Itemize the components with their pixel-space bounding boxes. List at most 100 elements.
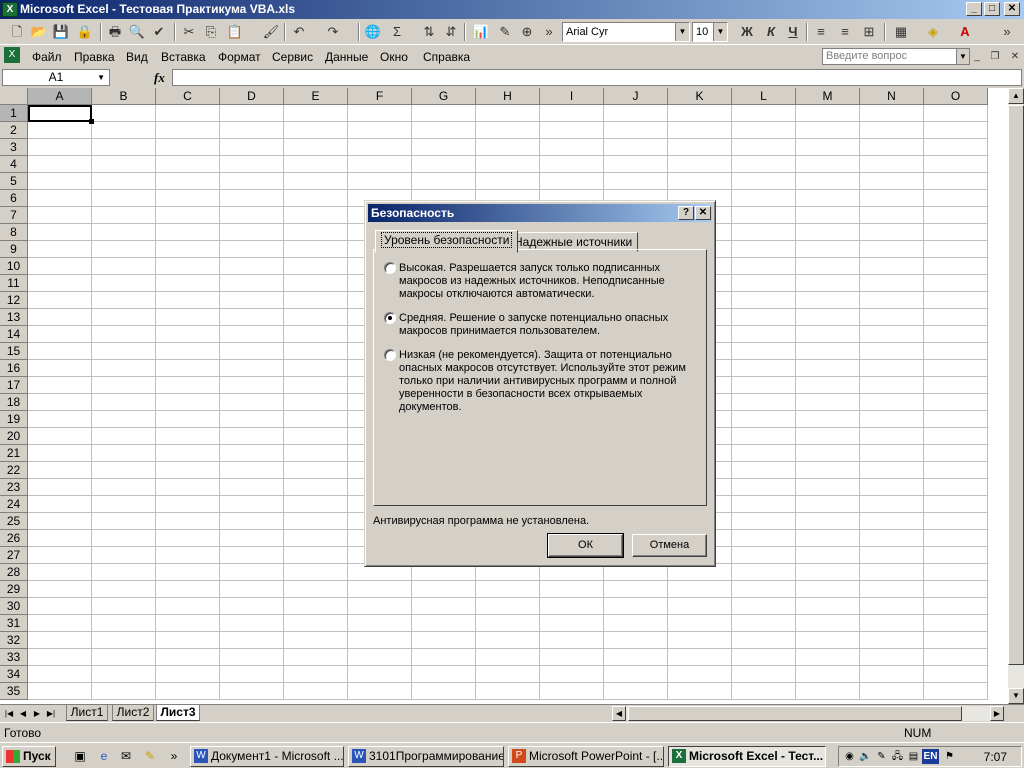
option-medium[interactable]: Средняя. Решение о запуске потенциально … xyxy=(384,312,694,338)
print-icon[interactable]: 🖶 xyxy=(106,23,124,41)
row-header[interactable]: 8 xyxy=(0,224,28,241)
quick-launch-more-icon[interactable]: » xyxy=(166,748,182,764)
column-header[interactable]: F xyxy=(348,88,412,105)
row-header[interactable]: 13 xyxy=(0,309,28,326)
align-center-icon[interactable]: ≡ xyxy=(836,23,854,41)
tab-security-level[interactable]: Уровень безопасности xyxy=(375,230,519,253)
task-powerpoint[interactable]: P Microsoft PowerPoint - [... xyxy=(508,746,664,767)
row-header[interactable]: 23 xyxy=(0,479,28,496)
row-header[interactable]: 32 xyxy=(0,632,28,649)
scroll-up-icon[interactable]: ▲ xyxy=(1008,88,1024,104)
name-box[interactable]: A1 ▼ xyxy=(2,69,110,86)
dialog-title-bar[interactable]: Безопасность ? ✕ xyxy=(368,204,712,222)
align-left-icon[interactable]: ≡ xyxy=(812,23,830,41)
row-header[interactable]: 11 xyxy=(0,275,28,292)
first-sheet-icon[interactable]: |◀ xyxy=(2,707,16,720)
row-header[interactable]: 10 xyxy=(0,258,28,275)
ok-button[interactable]: ОК xyxy=(547,533,624,558)
chart-wizard-icon[interactable]: 📊 xyxy=(472,23,490,41)
row-header[interactable]: 27 xyxy=(0,547,28,564)
spelling-icon[interactable]: ✔ xyxy=(150,23,168,41)
last-sheet-icon[interactable]: ▶| xyxy=(44,707,58,720)
horizontal-scrollbar[interactable]: ◀ ▶ xyxy=(612,706,1004,721)
tray-network-icon[interactable]: 🖧 xyxy=(890,749,905,764)
sheet-tab-3[interactable]: Лист3 xyxy=(156,705,200,721)
font-color-icon[interactable]: A xyxy=(956,23,974,41)
prev-sheet-icon[interactable]: ◀ xyxy=(16,707,30,720)
volume-icon[interactable]: 🔈 xyxy=(858,749,873,764)
menu-file[interactable]: Файл xyxy=(32,50,62,64)
minimize-button[interactable]: _ xyxy=(966,2,982,16)
row-header[interactable]: 24 xyxy=(0,496,28,513)
merge-center-icon[interactable]: ⊞ xyxy=(860,23,878,41)
hyperlink-icon[interactable]: 🌐 xyxy=(364,23,382,41)
copy-icon[interactable]: ⎘ xyxy=(202,23,220,41)
column-header[interactable]: H xyxy=(476,88,540,105)
tray-flag-icon[interactable]: ⚑ xyxy=(942,749,957,764)
open-icon[interactable]: 📂 xyxy=(30,23,48,41)
menu-edit[interactable]: Правка xyxy=(74,50,115,64)
radio-low[interactable] xyxy=(384,349,396,361)
tray-monitor-icon[interactable]: ▤ xyxy=(906,749,921,764)
vertical-scroll-thumb[interactable] xyxy=(1008,105,1024,665)
formula-input[interactable] xyxy=(172,69,1022,86)
menu-tools[interactable]: Сервис xyxy=(272,50,313,64)
toolbar-options-icon[interactable]: » xyxy=(998,23,1016,41)
row-header[interactable]: 15 xyxy=(0,343,28,360)
paste-icon[interactable]: 📋 xyxy=(226,23,244,41)
autosum-icon[interactable]: Σ xyxy=(388,23,406,41)
column-header[interactable]: K xyxy=(668,88,732,105)
format-painter-icon[interactable]: 🖌 xyxy=(262,23,280,41)
ask-question-input[interactable]: Введите вопрос ▼ xyxy=(822,48,970,65)
row-header[interactable]: 26 xyxy=(0,530,28,547)
tray-tool-icon[interactable]: ✎ xyxy=(874,749,889,764)
internet-explorer-icon[interactable]: e xyxy=(96,748,112,764)
row-header[interactable]: 3 xyxy=(0,139,28,156)
cut-icon[interactable]: ✂ xyxy=(180,23,198,41)
tray-app-icon[interactable]: ◉ xyxy=(842,749,857,764)
row-header[interactable]: 17 xyxy=(0,377,28,394)
outlook-icon[interactable]: ✉ xyxy=(118,748,134,764)
scroll-right-icon[interactable]: ▶ xyxy=(990,706,1004,721)
column-header[interactable]: A xyxy=(28,88,92,105)
row-header[interactable]: 18 xyxy=(0,394,28,411)
bold-button[interactable]: Ж xyxy=(738,23,756,41)
row-header[interactable]: 5 xyxy=(0,173,28,190)
menu-insert[interactable]: Вставка xyxy=(161,50,206,64)
column-header[interactable]: J xyxy=(604,88,668,105)
task-word[interactable]: W Документ1 - Microsoft ... xyxy=(190,746,344,767)
row-header[interactable]: 31 xyxy=(0,615,28,632)
workbook-close-button[interactable]: ✕ xyxy=(1006,48,1024,66)
option-low[interactable]: Низкая (не рекомендуется). Защита от пот… xyxy=(384,349,694,414)
undo-icon[interactable]: ↶ xyxy=(290,23,308,41)
row-header[interactable]: 21 xyxy=(0,445,28,462)
row-header[interactable]: 12 xyxy=(0,292,28,309)
row-header[interactable]: 35 xyxy=(0,683,28,700)
chevron-down-icon[interactable]: ▼ xyxy=(97,70,105,85)
font-name-combo[interactable]: Arial Cyr ▼ xyxy=(562,22,690,42)
column-header[interactable]: O xyxy=(924,88,988,105)
row-header[interactable]: 7 xyxy=(0,207,28,224)
print-preview-icon[interactable]: 🔍 xyxy=(128,23,146,41)
column-header[interactable]: I xyxy=(540,88,604,105)
drawing-icon[interactable]: ✎ xyxy=(496,23,514,41)
sheet-tab-2[interactable]: Лист2 xyxy=(112,705,154,721)
permission-icon[interactable]: 🔒 xyxy=(76,23,94,41)
cancel-button[interactable]: Отмена xyxy=(632,534,707,557)
media-icon[interactable]: ✎ xyxy=(142,748,158,764)
row-header[interactable]: 19 xyxy=(0,411,28,428)
excel-app-icon[interactable]: X xyxy=(2,2,18,17)
font-size-combo[interactable]: 10 ▼ xyxy=(692,22,728,42)
row-header[interactable]: 29 xyxy=(0,581,28,598)
redo-icon[interactable]: ↷ xyxy=(324,23,342,41)
select-all-corner[interactable] xyxy=(0,88,28,105)
new-icon[interactable]: 🗋 xyxy=(8,23,26,41)
menu-window[interactable]: Окно xyxy=(380,50,408,64)
column-header[interactable]: B xyxy=(92,88,156,105)
active-cell[interactable] xyxy=(28,105,94,124)
start-button[interactable]: Пуск xyxy=(2,746,56,767)
language-indicator[interactable]: EN xyxy=(922,749,939,764)
workbook-icon[interactable]: X xyxy=(4,47,20,63)
column-header[interactable]: E xyxy=(284,88,348,105)
row-header[interactable]: 16 xyxy=(0,360,28,377)
